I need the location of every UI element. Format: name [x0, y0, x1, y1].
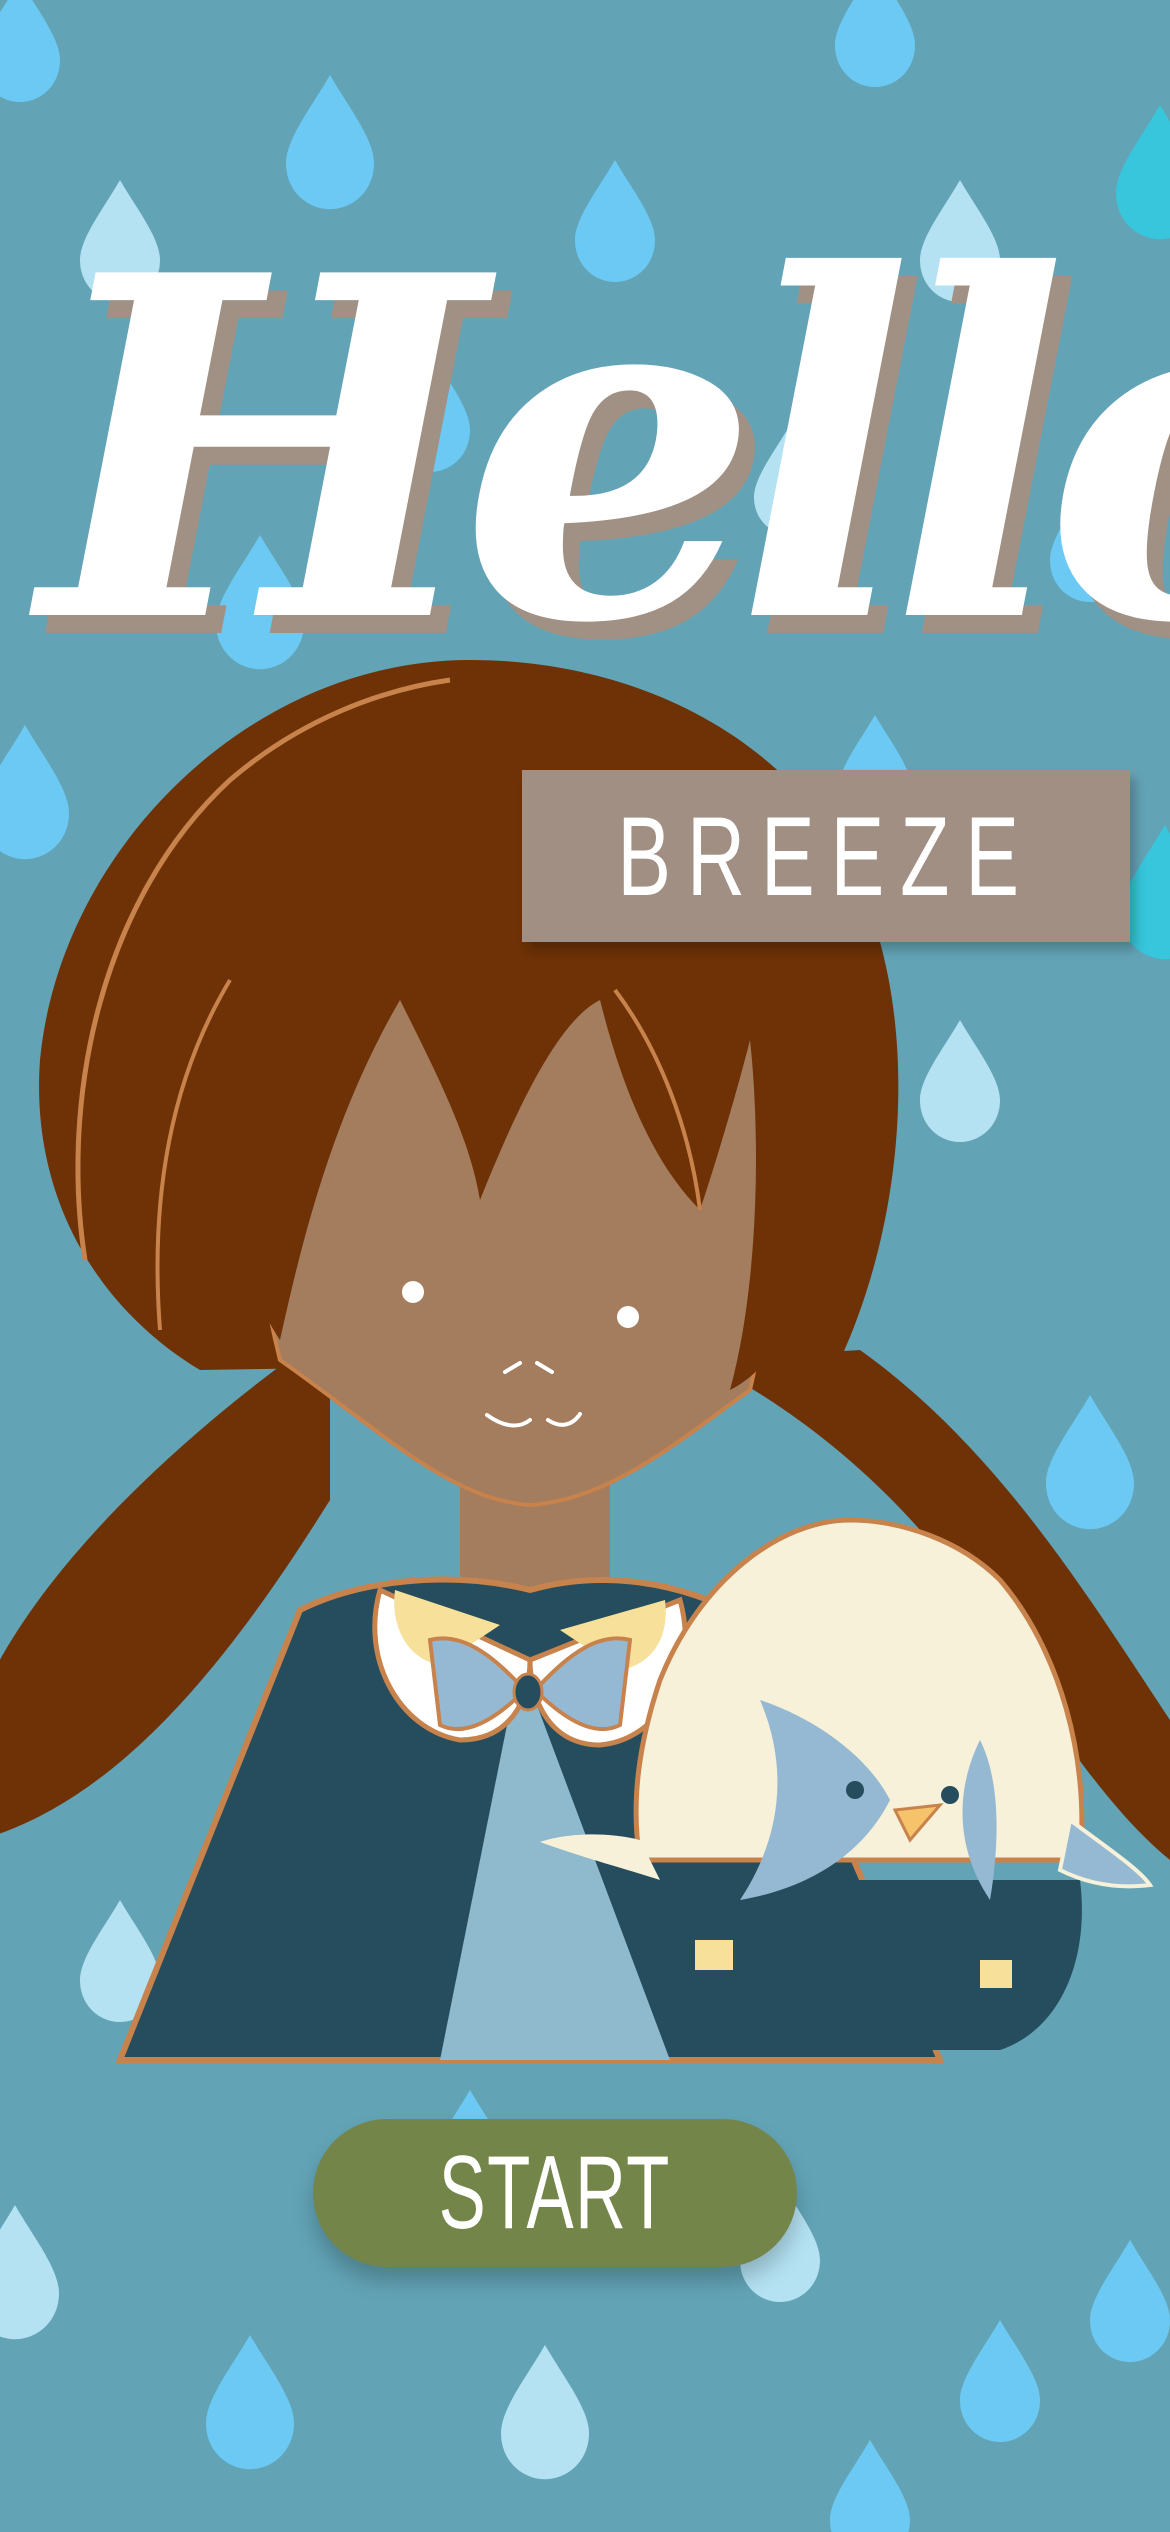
cape [115, 1576, 945, 2063]
greeting-title-text: Hello [40, 174, 1170, 726]
name-label-text: BREEZE [617, 793, 1035, 919]
start-button[interactable]: START [313, 2119, 797, 2267]
start-button-label: START [438, 2134, 672, 2251]
name-label: BREEZE [522, 770, 1130, 942]
splash-screen: Hello Hello BREEZE START [0, 0, 1170, 2532]
greeting-title: Hello Hello [40, 170, 1170, 744]
